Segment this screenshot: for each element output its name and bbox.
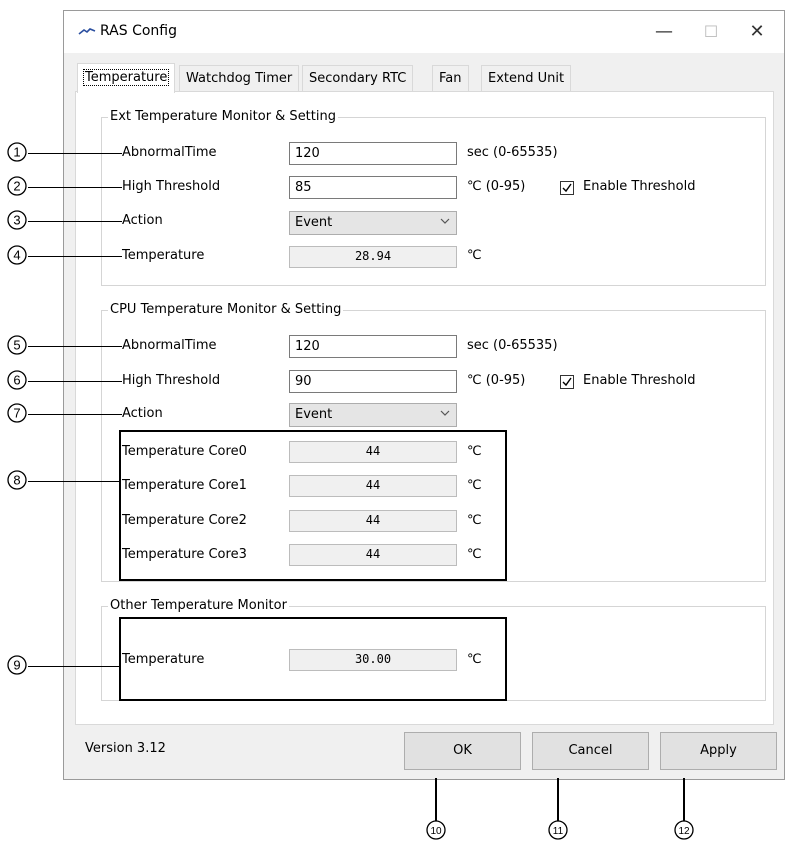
callout-2-number: 2 <box>13 179 20 194</box>
checkmark-icon <box>562 377 572 387</box>
version-label: Version 3.12 <box>85 741 166 756</box>
ext-group-title: Ext Temperature Monitor & Setting <box>108 109 338 124</box>
other-temp-highlight-frame <box>119 617 507 701</box>
cpu-high-threshold-label: High Threshold <box>122 373 221 388</box>
cpu-high-threshold-input[interactable]: 90 <box>289 370 457 393</box>
callout-4-number: 4 <box>13 248 20 263</box>
ext-temperature-label: Temperature <box>122 248 205 263</box>
title-bar[interactable]: RAS Config — ☐ ✕ <box>64 11 784 53</box>
checkmark-icon <box>562 183 572 193</box>
ok-button[interactable]: OK <box>404 732 521 770</box>
callout-5-number: 5 <box>13 338 20 353</box>
ext-high-threshold-label: High Threshold <box>122 179 221 194</box>
cpu-enable-threshold-checkbox[interactable] <box>560 375 574 389</box>
callout-9-line <box>28 666 119 667</box>
callout-8-marker: 8 <box>7 470 27 490</box>
callout-12-marker: 12 <box>674 820 694 840</box>
maximize-button[interactable]: ☐ <box>691 17 731 47</box>
callout-12-number: 12 <box>678 826 690 837</box>
callout-1-number: 1 <box>13 145 20 160</box>
ext-high-threshold-unit: ℃ (0-95) <box>467 179 526 194</box>
tab-fan[interactable]: Fan <box>432 65 469 92</box>
callout-10-marker: 10 <box>426 820 446 840</box>
callout-7-marker: 7 <box>7 403 27 423</box>
callout-12-line <box>683 778 685 822</box>
cpu-action-value: Event <box>295 407 333 422</box>
window-title: RAS Config <box>100 23 177 39</box>
callout-9-marker: 9 <box>7 655 27 675</box>
cpu-high-threshold-unit: ℃ (0-95) <box>467 373 526 388</box>
ext-abnormal-time-unit: sec (0-65535) <box>467 145 558 160</box>
cpu-enable-threshold-label: Enable Threshold <box>583 373 696 388</box>
callout-3-line <box>28 221 122 222</box>
callout-4-line <box>28 256 122 257</box>
ext-abnormal-time-input[interactable]: 120 <box>289 142 457 165</box>
cpu-group-title: CPU Temperature Monitor & Setting <box>108 302 344 317</box>
ext-action-label: Action <box>122 213 163 228</box>
cpu-abnormal-time-label: AbnormalTime <box>122 338 217 353</box>
callout-4-marker: 4 <box>7 245 27 265</box>
callout-8-line <box>28 481 119 482</box>
ext-action-value: Event <box>295 215 333 230</box>
callout-3-number: 3 <box>13 213 20 228</box>
tab-temperature[interactable]: Temperature <box>77 63 176 93</box>
callout-10-line <box>435 778 437 822</box>
callout-3-marker: 3 <box>7 210 27 230</box>
app-logo-icon <box>78 28 96 35</box>
ext-action-select[interactable]: Event <box>289 211 457 235</box>
callout-7-line <box>28 414 122 415</box>
callout-7-number: 7 <box>13 406 20 421</box>
callout-11-marker: 11 <box>548 820 568 840</box>
chevron-down-icon <box>440 218 450 224</box>
callout-11-line <box>557 778 559 822</box>
other-group-title: Other Temperature Monitor <box>108 598 289 613</box>
apply-button[interactable]: Apply <box>660 732 777 770</box>
ext-high-threshold-input[interactable]: 85 <box>289 176 457 199</box>
ext-enable-threshold-label: Enable Threshold <box>583 179 696 194</box>
close-button[interactable]: ✕ <box>737 17 777 47</box>
callout-9-number: 9 <box>13 658 20 673</box>
callout-2-marker: 2 <box>7 176 27 196</box>
minimize-button[interactable]: — <box>644 17 684 47</box>
cpu-abnormal-time-unit: sec (0-65535) <box>467 338 558 353</box>
callout-1-line <box>28 153 122 154</box>
callout-11-number: 11 <box>553 826 564 837</box>
callout-10-number: 10 <box>430 826 442 837</box>
tab-secondary-rtc[interactable]: Secondary RTC <box>302 65 414 92</box>
ext-temperature-unit: ℃ <box>467 248 482 263</box>
callout-6-number: 6 <box>13 373 20 388</box>
callout-1-marker: 1 <box>7 142 27 162</box>
ext-abnormal-time-label: AbnormalTime <box>122 145 217 160</box>
cpu-cores-highlight-frame <box>119 430 507 581</box>
cancel-button[interactable]: Cancel <box>532 732 649 770</box>
cpu-action-select[interactable]: Event <box>289 403 457 427</box>
tab-watchdog-timer[interactable]: Watchdog Timer <box>179 65 300 92</box>
ext-temperature-value: 28.94 <box>289 246 457 268</box>
callout-6-marker: 6 <box>7 370 27 390</box>
callout-6-line <box>28 381 122 382</box>
callout-8-number: 8 <box>13 473 20 488</box>
cpu-action-label: Action <box>122 406 163 421</box>
ext-enable-threshold-checkbox[interactable] <box>560 181 574 195</box>
chevron-down-icon <box>440 410 450 416</box>
callout-5-marker: 5 <box>7 335 27 355</box>
callout-5-line <box>28 346 122 347</box>
tab-extend-unit[interactable]: Extend Unit <box>481 65 572 92</box>
cpu-abnormal-time-input[interactable]: 120 <box>289 335 457 358</box>
callout-2-line <box>28 187 122 188</box>
